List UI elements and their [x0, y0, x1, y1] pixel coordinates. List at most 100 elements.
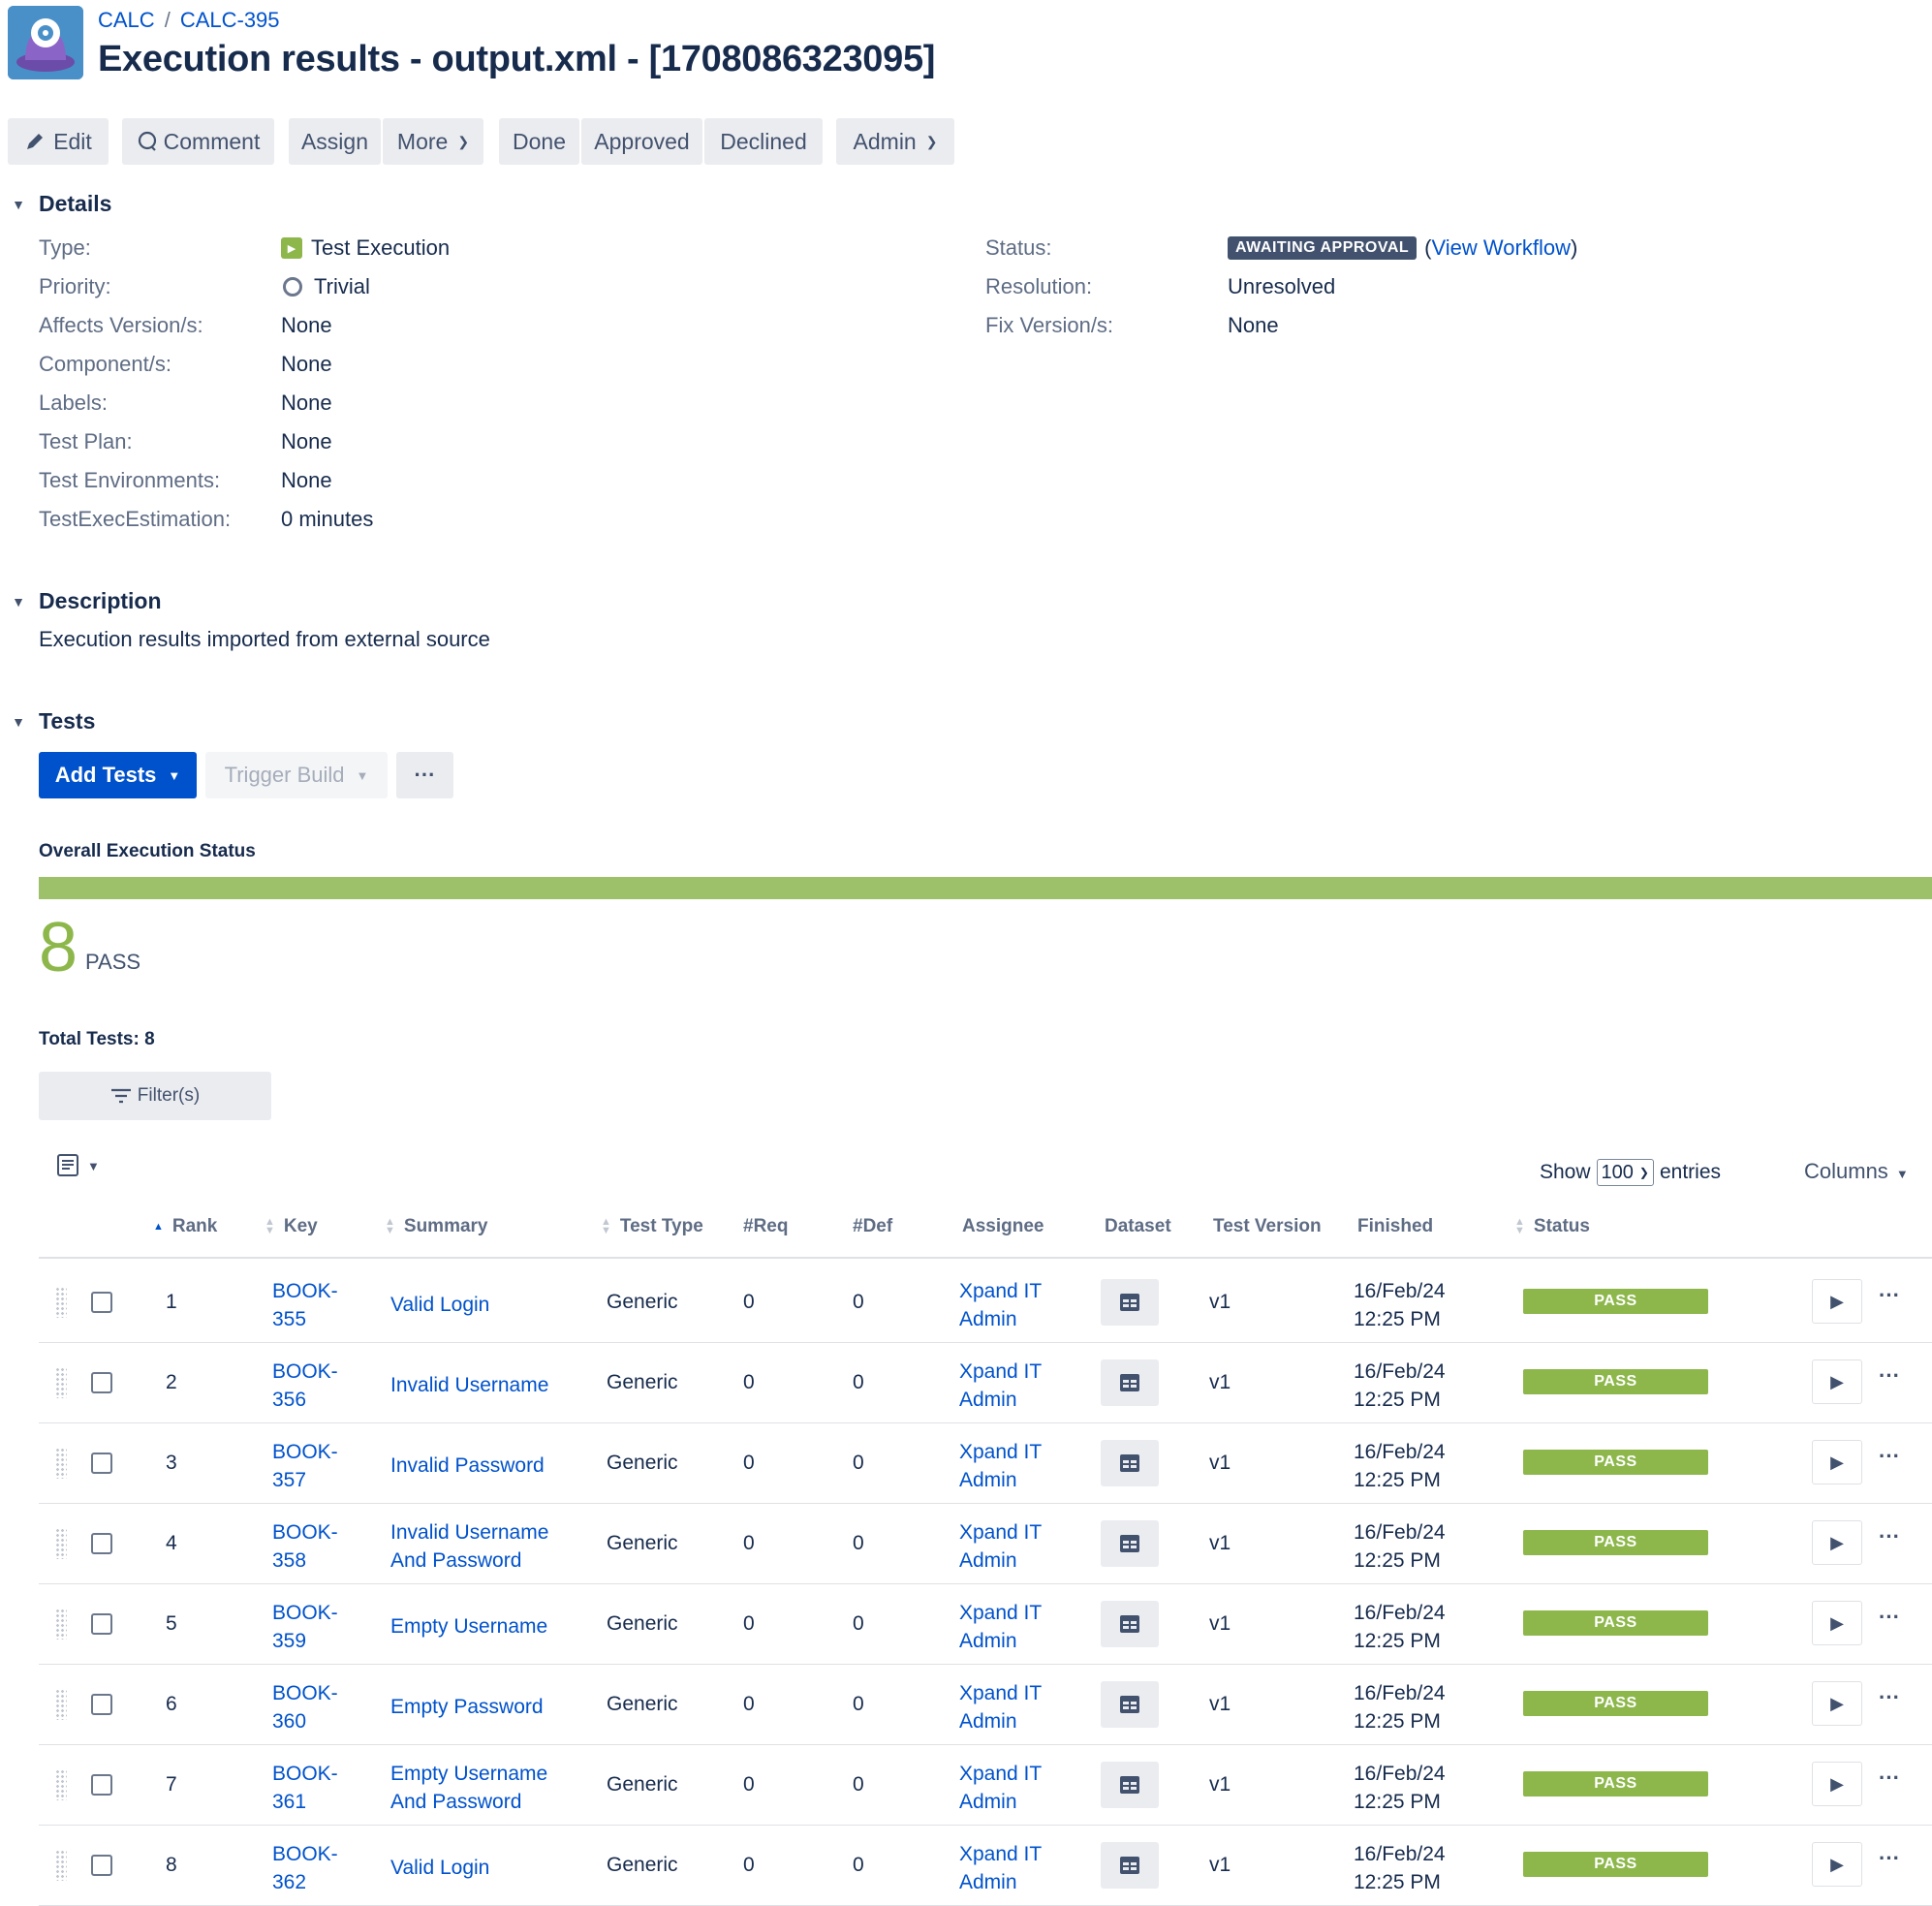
row-checkbox[interactable]	[91, 1533, 112, 1554]
entries-select[interactable]: 100 ❯	[1596, 1159, 1654, 1186]
admin-button[interactable]: Admin ❯	[836, 118, 954, 165]
th-summary[interactable]: ▲ ▼ Summary	[385, 1216, 488, 1237]
status-badge[interactable]: PASS	[1523, 1691, 1708, 1716]
status-badge[interactable]: PASS	[1523, 1530, 1708, 1555]
drag-handle-icon[interactable]	[55, 1287, 67, 1318]
row-more-button[interactable]: ···	[1879, 1765, 1900, 1791]
tests-more-button[interactable]: ···	[396, 752, 453, 798]
assignee-link[interactable]: Xpand IT Admin	[959, 1840, 1042, 1896]
row-checkbox[interactable]	[91, 1372, 112, 1393]
th-key[interactable]: ▲ ▼ Key	[265, 1216, 318, 1237]
summary-link[interactable]: Empty Username And Password	[390, 1760, 547, 1816]
row-more-button[interactable]: ···	[1879, 1444, 1900, 1469]
issue-key-link[interactable]: BOOK- 355	[272, 1277, 338, 1333]
dataset-button[interactable]	[1101, 1681, 1159, 1728]
summary-link[interactable]: Invalid Password	[390, 1452, 545, 1480]
columns-button[interactable]: Columns ▼	[1804, 1159, 1909, 1184]
play-button[interactable]: ▶	[1812, 1520, 1862, 1565]
issue-key-link[interactable]: BOOK- 359	[272, 1599, 338, 1655]
table-row[interactable]: 6 BOOK- 360 Empty Password Generic 0 0 Xpand IT…	[39, 1664, 1932, 1745]
drag-handle-icon[interactable]	[55, 1850, 67, 1881]
assignee-link[interactable]: Xpand IT Admin	[959, 1679, 1042, 1735]
issue-key-link[interactable]: BOOK- 362	[272, 1840, 338, 1896]
row-checkbox[interactable]	[91, 1774, 112, 1796]
row-checkbox[interactable]	[91, 1613, 112, 1635]
trigger-build-button[interactable]: Trigger Build ▼	[205, 752, 388, 798]
assignee-link[interactable]: Xpand IT Admin	[959, 1760, 1042, 1816]
summary-link[interactable]: Empty Username	[390, 1612, 547, 1640]
description-toggle[interactable]: ▼ Description	[8, 588, 161, 614]
table-row[interactable]: 5 BOOK- 359 Empty Username Generic 0 0 Xpand IT…	[39, 1583, 1932, 1665]
details-toggle[interactable]: ▼ Details	[8, 191, 111, 217]
table-row[interactable]: 2 BOOK- 356 Invalid Username Generic 0 0 Xpand …	[39, 1342, 1932, 1423]
done-button[interactable]: Done	[499, 118, 579, 165]
assignee-link[interactable]: Xpand IT Admin	[959, 1518, 1042, 1575]
th-test-type[interactable]: ▲ ▼ Test Type	[601, 1216, 703, 1237]
issue-key-link[interactable]: BOOK- 358	[272, 1518, 338, 1575]
play-button[interactable]: ▶	[1812, 1279, 1862, 1324]
play-button[interactable]: ▶	[1812, 1359, 1862, 1404]
summary-link[interactable]: Invalid Username	[390, 1371, 548, 1399]
row-checkbox[interactable]	[91, 1453, 112, 1474]
drag-handle-icon[interactable]	[55, 1769, 67, 1800]
breadcrumb-issue-link[interactable]: CALC-395	[180, 8, 280, 32]
dataset-button[interactable]	[1101, 1520, 1159, 1567]
column-list-menu[interactable]: ▼	[56, 1153, 100, 1178]
table-row[interactable]: 1 BOOK- 355 Valid Login Generic 0 0 Xpand IT Adm…	[39, 1262, 1932, 1343]
edit-button[interactable]: Edit	[8, 118, 109, 165]
table-row[interactable]: 4 BOOK- 358 Invalid Username And Password Gen…	[39, 1503, 1932, 1584]
play-button[interactable]: ▶	[1812, 1762, 1862, 1806]
table-row[interactable]: 3 BOOK- 357 Invalid Password Generic 0 0 Xpand …	[39, 1422, 1932, 1504]
row-more-button[interactable]: ···	[1879, 1605, 1900, 1630]
summary-link[interactable]: Empty Password	[390, 1693, 544, 1721]
row-more-button[interactable]: ···	[1879, 1846, 1900, 1871]
project-avatar-icon[interactable]	[8, 6, 83, 79]
tests-toggle[interactable]: ▼ Tests	[8, 708, 95, 734]
summary-link[interactable]: Valid Login	[390, 1854, 489, 1882]
issue-key-link[interactable]: BOOK- 361	[272, 1760, 338, 1816]
assignee-link[interactable]: Xpand IT Admin	[959, 1358, 1042, 1414]
drag-handle-icon[interactable]	[55, 1609, 67, 1640]
table-row[interactable]: 7 BOOK- 361 Empty Username And Password Gener…	[39, 1744, 1932, 1826]
issue-key-link[interactable]: BOOK- 357	[272, 1438, 338, 1494]
th-rank[interactable]: ▲ Rank	[153, 1216, 217, 1237]
dataset-button[interactable]	[1101, 1601, 1159, 1647]
row-checkbox[interactable]	[91, 1855, 112, 1876]
assignee-link[interactable]: Xpand IT Admin	[959, 1599, 1042, 1655]
more-button[interactable]: More ❯	[383, 118, 483, 165]
status-badge[interactable]: PASS	[1523, 1450, 1708, 1475]
dataset-button[interactable]	[1101, 1359, 1159, 1406]
execution-status-bar[interactable]	[39, 877, 1932, 899]
dataset-button[interactable]	[1101, 1279, 1159, 1326]
row-more-button[interactable]: ···	[1879, 1363, 1900, 1389]
assignee-link[interactable]: Xpand IT Admin	[959, 1438, 1042, 1494]
drag-handle-icon[interactable]	[55, 1689, 67, 1720]
status-badge[interactable]: PASS	[1523, 1289, 1708, 1314]
summary-link[interactable]: Valid Login	[390, 1291, 489, 1319]
issue-key-link[interactable]: BOOK- 356	[272, 1358, 338, 1414]
drag-handle-icon[interactable]	[55, 1367, 67, 1398]
row-checkbox[interactable]	[91, 1292, 112, 1313]
play-button[interactable]: ▶	[1812, 1842, 1862, 1887]
view-workflow-link[interactable]: View Workflow	[1432, 235, 1571, 261]
breadcrumb-project-link[interactable]: CALC	[98, 8, 155, 32]
play-button[interactable]: ▶	[1812, 1681, 1862, 1726]
assign-button[interactable]: Assign	[289, 118, 381, 165]
dataset-button[interactable]	[1101, 1440, 1159, 1486]
dataset-button[interactable]	[1101, 1842, 1159, 1889]
drag-handle-icon[interactable]	[55, 1528, 67, 1559]
comment-button[interactable]: Comment	[122, 118, 274, 165]
play-button[interactable]: ▶	[1812, 1601, 1862, 1645]
summary-link[interactable]: Invalid Username And Password	[390, 1518, 548, 1575]
row-more-button[interactable]: ···	[1879, 1524, 1900, 1549]
declined-button[interactable]: Declined	[704, 118, 823, 165]
th-status[interactable]: ▲ ▼ Status	[1514, 1216, 1590, 1237]
row-checkbox[interactable]	[91, 1694, 112, 1715]
status-badge[interactable]: PASS	[1523, 1610, 1708, 1636]
add-tests-button[interactable]: Add Tests ▼	[39, 752, 197, 798]
approved-button[interactable]: Approved	[581, 118, 702, 165]
row-more-button[interactable]: ···	[1879, 1283, 1900, 1308]
filters-button[interactable]: Filter(s)	[39, 1072, 271, 1120]
table-row[interactable]: 8 BOOK- 362 Valid Login Generic 0 0 Xpand IT Adm…	[39, 1825, 1932, 1906]
play-button[interactable]: ▶	[1812, 1440, 1862, 1484]
